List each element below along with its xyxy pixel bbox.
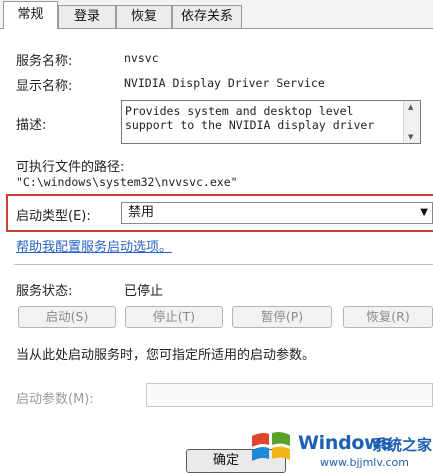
windows-logo-icon — [252, 431, 290, 461]
display-name-label: 显示名称: — [16, 79, 73, 94]
tab-strip-border — [0, 28, 433, 29]
startup-type-value: 禁用 — [128, 205, 155, 220]
chevron-down-icon[interactable]: ▼ — [420, 203, 428, 223]
description-box[interactable]: Provides system and desktop level suppor… — [121, 100, 421, 144]
service-name-value: nvsvc — [124, 51, 159, 65]
start-params-hint: 当从此处启动服务时，您可指定所适用的启动参数。 — [16, 348, 316, 363]
display-name-value[interactable]: NVIDIA Display Driver Service — [124, 76, 325, 90]
watermark-url: www.bjjmlv.com — [320, 456, 409, 469]
start-button[interactable]: 启动(S) — [18, 306, 116, 328]
separator — [14, 264, 433, 265]
stop-button[interactable]: 停止(T) — [125, 306, 223, 328]
startup-type-label: 启动类型(E): — [16, 209, 91, 224]
service-status-value: 已停止 — [124, 284, 164, 299]
scroll-up-icon[interactable]: ▲ — [408, 103, 413, 111]
pause-button[interactable]: 暂停(P) — [232, 306, 332, 328]
exe-path-label: 可执行文件的路径: — [16, 160, 125, 175]
start-params-label: 启动参数(M): — [16, 392, 94, 407]
tab-dependencies[interactable]: 依存关系 — [172, 5, 242, 28]
description-label: 描述: — [16, 118, 47, 133]
description-text: Provides system and desktop level suppor… — [125, 104, 375, 132]
scroll-down-icon[interactable]: ▼ — [408, 133, 413, 141]
tab-general[interactable]: 常规 — [3, 1, 58, 29]
description-scrollbar[interactable]: ▲ ▼ — [403, 101, 420, 143]
start-params-input[interactable] — [146, 383, 433, 407]
service-name-label: 服务名称: — [16, 54, 73, 69]
exe-path-value: "C:\windows\system32\nvvsvc.exe" — [16, 175, 238, 189]
watermark-site-name: 系统之家 — [372, 436, 433, 454]
startup-type-select[interactable]: 禁用 ▼ — [121, 202, 433, 224]
tab-logon[interactable]: 登录 — [58, 5, 116, 28]
tab-recovery[interactable]: 恢复 — [116, 5, 172, 28]
resume-button[interactable]: 恢复(R) — [343, 306, 433, 328]
help-configure-link[interactable]: 帮助我配置服务启动选项。 — [16, 236, 172, 255]
site-watermark: Windows 系统之家 www.bjjmlv.com — [240, 420, 433, 473]
service-status-label: 服务状态: — [16, 284, 73, 299]
